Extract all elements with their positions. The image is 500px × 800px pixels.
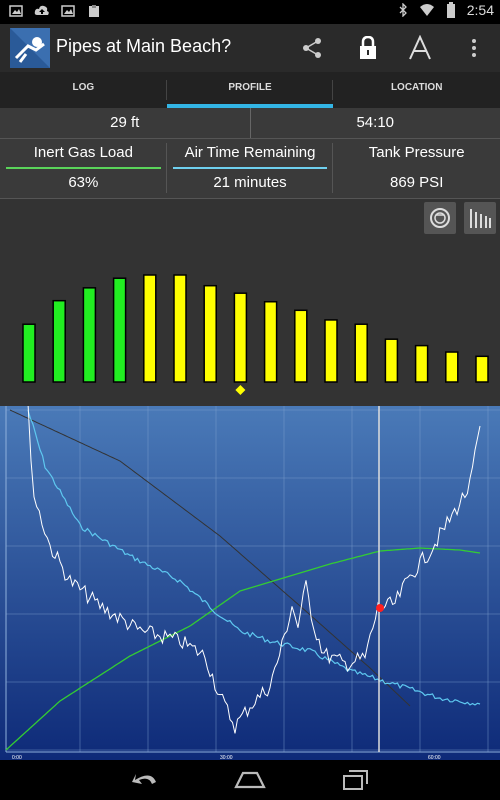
tissue-bar — [354, 323, 368, 383]
metric-value: 63% — [68, 174, 99, 191]
app-title: Pipes at Main Beach? — [56, 36, 232, 56]
clipboard-notification-icon — [86, 3, 102, 19]
overflow-menu-button[interactable] — [456, 30, 492, 66]
back-icon — [132, 774, 156, 784]
status-bar: 2:54 — [0, 0, 500, 24]
tab-location[interactable]: LOCATION — [333, 72, 500, 108]
tissue-bar — [112, 277, 127, 383]
tissue-bar — [384, 338, 399, 383]
tab-profile[interactable]: PROFILE — [166, 72, 334, 108]
tissue-bar — [475, 355, 489, 383]
tissue-loading-panel — [0, 198, 500, 407]
lock-button[interactable] — [350, 30, 386, 66]
font-icon — [409, 35, 431, 60]
wifi-icon — [419, 2, 435, 18]
metric-value: 21 minutes — [213, 174, 287, 191]
tab-log[interactable]: LOG — [0, 72, 167, 108]
tissue-bar-chart — [22, 274, 489, 395]
metric-label: Tank Pressure — [368, 144, 465, 161]
tab-profile-label: PROFILE — [228, 82, 272, 93]
bluetooth-icon — [395, 2, 411, 18]
recent-apps-button[interactable] — [332, 764, 380, 796]
share-button[interactable] — [294, 30, 330, 66]
font-size-button[interactable] — [402, 30, 438, 66]
photo-notification-icon — [60, 3, 76, 19]
recent-apps-icon — [343, 770, 368, 790]
cloud-upload-icon — [34, 3, 50, 19]
tissue-bar — [82, 287, 97, 383]
tissue-bar — [52, 299, 66, 383]
metric-value: 869 PSI — [389, 174, 444, 191]
metric-label: Inert Gas Load — [33, 144, 133, 161]
elapsed-time: 54:10 — [356, 114, 395, 131]
tissue-bar — [324, 319, 338, 383]
tissue-bar — [22, 323, 36, 383]
more-vert-icon — [472, 39, 476, 57]
battery-icon — [443, 2, 459, 18]
inert-gas-load-metric[interactable]: Inert Gas Load 63% — [0, 139, 167, 197]
tank-pressure-metric[interactable]: Tank Pressure 869 PSI — [333, 139, 500, 197]
lock-icon — [360, 36, 376, 59]
tissue-bar — [263, 301, 278, 383]
status-time: 2:54 — [466, 2, 494, 18]
tissue-bar — [294, 309, 308, 383]
home-button[interactable] — [226, 764, 274, 796]
tissue-bar — [414, 344, 429, 383]
tissue-bar — [445, 351, 459, 383]
share-icon — [303, 38, 321, 58]
metric-label: Air Time Remaining — [184, 144, 316, 161]
back-button[interactable] — [120, 764, 168, 796]
home-icon — [234, 771, 266, 789]
tissue-bar — [233, 292, 248, 383]
tab-bar: LOG PROFILE LOCATION — [0, 72, 500, 108]
tissue-bar — [203, 284, 217, 383]
current-depth: 29 ft — [0, 108, 251, 138]
tissue-bar — [173, 274, 187, 383]
dive-summary: 29 ft 54:10 Inert Gas Load 63% Air Time … — [0, 108, 500, 198]
navigation-bar — [0, 760, 500, 800]
tab-location-label: LOCATION — [390, 82, 443, 93]
app-logo-icon[interactable] — [10, 28, 50, 68]
tissue-bar — [143, 274, 157, 383]
dive-profile-graph[interactable]: 0:00 30:00 60:00 — [0, 406, 500, 760]
cursor-marker — [376, 604, 384, 612]
air-time-remaining-metric[interactable]: Air Time Remaining 21 minutes — [167, 139, 334, 197]
tab-log-label: LOG — [72, 82, 95, 93]
image-notification-icon — [8, 3, 24, 19]
current-tissue-marker — [235, 385, 246, 395]
